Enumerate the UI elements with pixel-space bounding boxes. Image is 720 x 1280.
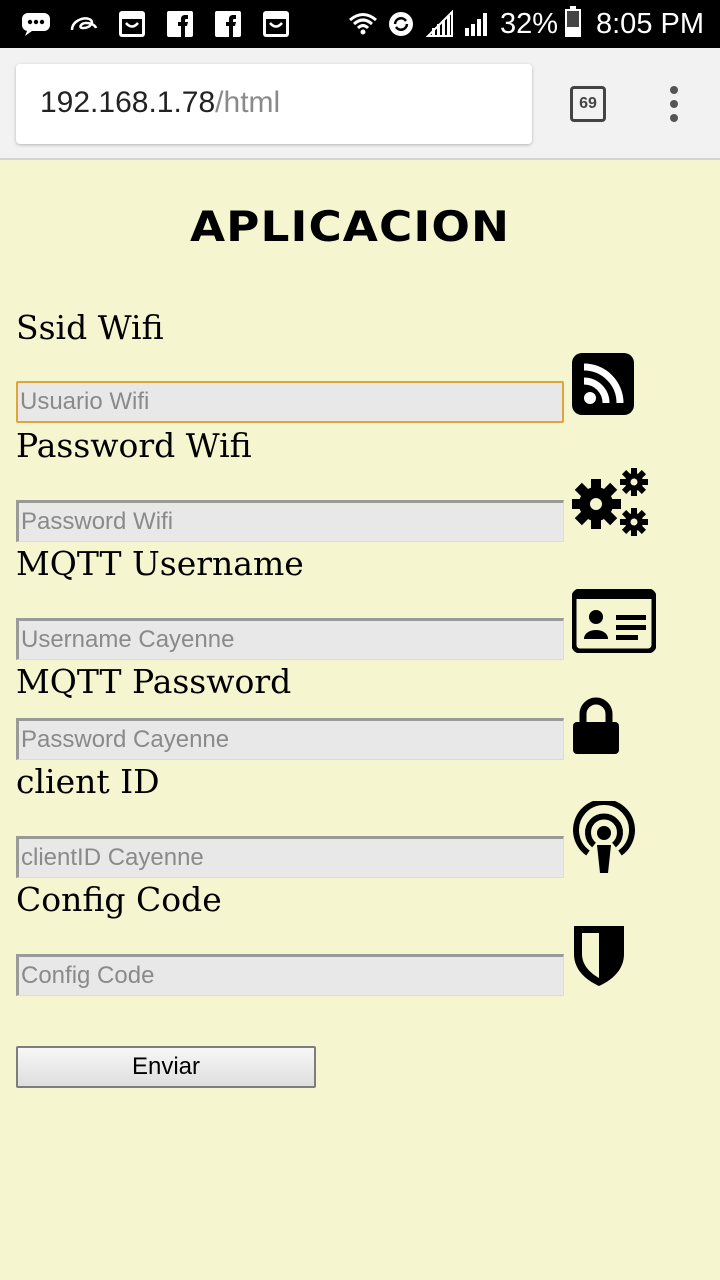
url-path: /html (215, 86, 281, 119)
submit-button[interactable]: Enviar (16, 1046, 316, 1088)
ssid-label: Ssid Wifi (16, 308, 164, 347)
id-card-icon (571, 588, 657, 657)
shopping-bag-icon (260, 8, 292, 40)
client-id-label: client ID (16, 762, 160, 801)
client-id-input[interactable] (16, 836, 564, 878)
podcast-icon (572, 799, 636, 881)
config-code-label: Config Code (16, 880, 222, 919)
shield-icon (572, 924, 626, 992)
rss-icon (572, 353, 634, 419)
sync-icon (386, 8, 416, 40)
signal-icon (424, 8, 454, 40)
mqtt-username-input[interactable] (16, 618, 564, 660)
mqtt-password-input[interactable] (16, 718, 564, 760)
battery-icon (564, 6, 582, 42)
gears-icon (571, 466, 650, 542)
tab-switcher-button[interactable]: 69 (570, 86, 606, 122)
messages-icon (20, 8, 52, 40)
status-bar: 32% 8:05 PM (0, 0, 720, 48)
clock: 8:05 PM (596, 7, 704, 40)
password-wifi-input[interactable] (16, 500, 564, 542)
battery-percent: 32% (499, 7, 558, 40)
password-wifi-label: Password Wifi (16, 426, 252, 465)
url-host: 192.168.1.78 (40, 86, 216, 119)
system-icons: 32% 8:05 PM (348, 6, 704, 42)
notification-icons (20, 8, 308, 40)
page-title: APLICACION (189, 202, 511, 251)
facebook-icon (212, 8, 244, 40)
config-code-input[interactable] (16, 954, 564, 996)
alibaba-icon (68, 8, 100, 40)
mqtt-password-label: MQTT Password (16, 662, 292, 701)
more-vert-icon[interactable] (662, 84, 686, 124)
shopping-bag-icon (116, 8, 148, 40)
address-bar[interactable]: 192.168.1.78/html (16, 64, 532, 144)
wifi-icon (348, 8, 378, 40)
mqtt-username-label: MQTT Username (16, 544, 304, 583)
url-text[interactable]: 192.168.1.78/html (40, 86, 280, 120)
lock-icon (572, 697, 620, 759)
browser-toolbar: 192.168.1.78/html 69 (0, 48, 720, 160)
ssid-input[interactable] (16, 381, 564, 423)
signal-icon (462, 8, 492, 40)
facebook-icon (164, 8, 196, 40)
